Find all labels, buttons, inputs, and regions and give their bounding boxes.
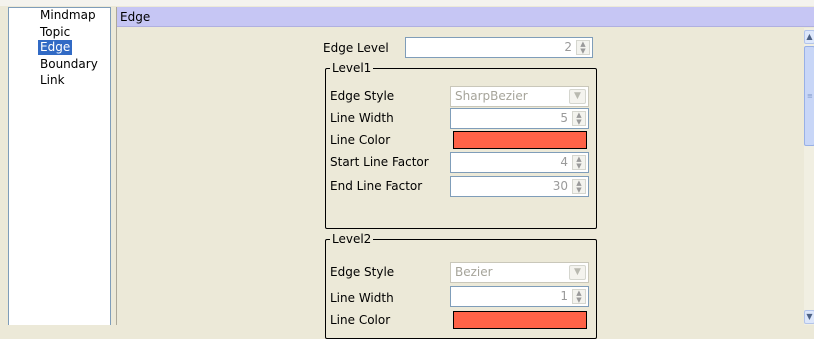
scroll-up-icon[interactable]: ▲	[804, 30, 814, 44]
level1-line-color-swatch[interactable]	[453, 131, 587, 149]
level2-line-color-swatch[interactable]	[453, 311, 587, 329]
level2-edge-style-select[interactable]: Bezier ▼	[450, 262, 589, 283]
level2-line-width-spinner[interactable]: 1 ▲ ▼	[450, 286, 589, 307]
level1-start-line-factor-value: 4	[560, 155, 568, 169]
edge-level-spinner[interactable]: 2 ▲ ▼	[405, 37, 593, 58]
spinner-arrows-icon[interactable]: ▲ ▼	[572, 155, 586, 170]
level2-edge-style-label: Edge Style	[330, 265, 395, 279]
level2-group-title: Level2	[330, 232, 374, 246]
level1-edge-style-label: Edge Style	[330, 89, 395, 103]
level2-line-color-label: Line Color	[330, 313, 391, 327]
panel-title: Edge	[117, 7, 814, 27]
spinner-arrows-icon[interactable]: ▲ ▼	[572, 111, 586, 126]
settings-panel: Edge Edge Level 2 ▲ ▼ Level1 Edge Style S…	[116, 7, 814, 339]
level2-line-width-label: Line Width	[330, 291, 394, 305]
level2-group: Level2 Edge Style Bezier ▼ Line Width 1 …	[325, 232, 597, 339]
chevron-down-icon[interactable]: ▼	[569, 265, 586, 280]
level1-edge-style-value: SharpBezier	[455, 89, 528, 103]
level2-line-width-value: 1	[560, 289, 568, 303]
level1-end-line-factor-value: 30	[552, 179, 568, 193]
scroll-down-icon[interactable]: ▼	[804, 310, 814, 324]
grip-icon: ≡	[807, 92, 813, 100]
nav-item-topic[interactable]: Topic	[38, 25, 72, 40]
scroll-thumb[interactable]: ≡	[804, 46, 814, 146]
level2-edge-style-value: Bezier	[455, 265, 493, 279]
chevron-down-icon[interactable]: ▼	[569, 89, 586, 104]
category-list: Mindmap Topic Edge Boundary Link	[8, 7, 111, 325]
vertical-scrollbar[interactable]: ▲ ≡ ▼	[804, 28, 814, 325]
spinner-arrows-icon[interactable]: ▲ ▼	[576, 40, 590, 55]
nav-item-edge[interactable]: Edge	[38, 40, 73, 55]
nav-item-boundary[interactable]: Boundary	[38, 57, 100, 72]
level1-line-color-label: Line Color	[330, 133, 391, 147]
panel-body: Edge Level 2 ▲ ▼ Level1 Edge Style SharpB…	[117, 27, 799, 339]
level1-group-title: Level1	[330, 61, 374, 75]
spinner-arrows-icon[interactable]: ▲ ▼	[572, 289, 586, 304]
level1-start-line-factor-label: Start Line Factor	[330, 155, 429, 169]
edge-level-value: 2	[564, 40, 572, 54]
level1-end-line-factor-label: End Line Factor	[330, 179, 423, 193]
level1-end-line-factor-spinner[interactable]: 30 ▲ ▼	[450, 176, 589, 197]
level1-line-width-value: 5	[560, 111, 568, 125]
nav-item-link[interactable]: Link	[38, 73, 67, 88]
top-strip	[0, 0, 814, 6]
spinner-arrows-icon[interactable]: ▲ ▼	[572, 179, 586, 194]
level1-line-width-label: Line Width	[330, 111, 394, 125]
level1-group: Level1 Edge Style SharpBezier ▼ Line Wid…	[325, 61, 597, 229]
edge-level-label: Edge Level	[323, 41, 389, 55]
level1-line-width-spinner[interactable]: 5 ▲ ▼	[450, 108, 589, 129]
level1-edge-style-select[interactable]: SharpBezier ▼	[450, 86, 589, 107]
nav-item-mindmap[interactable]: Mindmap	[38, 8, 98, 23]
level1-start-line-factor-spinner[interactable]: 4 ▲ ▼	[450, 152, 589, 173]
